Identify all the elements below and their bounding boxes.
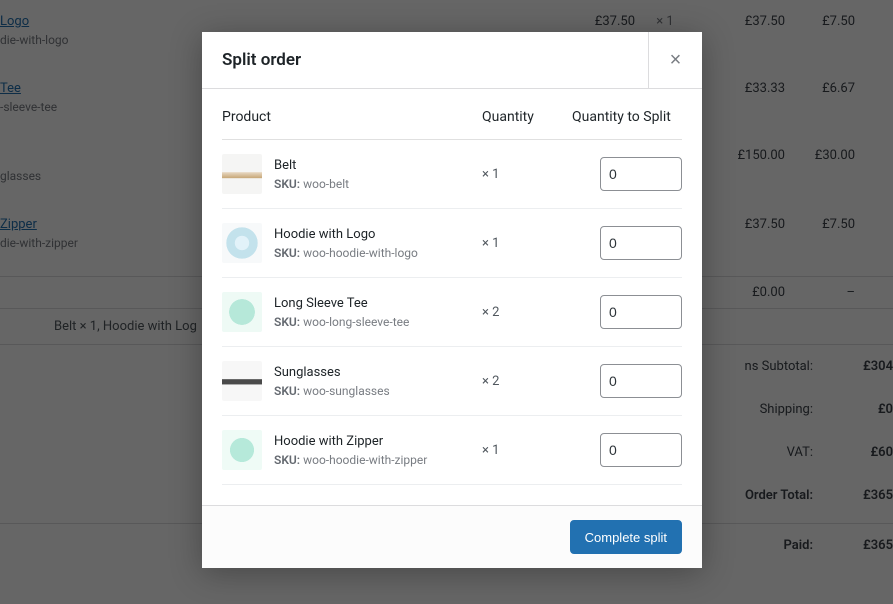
product-thumbnail: [222, 361, 262, 401]
modal-body: Product Quantity Quantity to Split Belt …: [202, 89, 702, 505]
close-button[interactable]: ×: [648, 32, 702, 88]
split-item-row: Sunglasses SKU: woo-sunglasses × 2: [222, 347, 682, 416]
split-quantity-input[interactable]: [600, 226, 682, 260]
sku-label: SKU:: [274, 453, 300, 467]
col-product: Product: [222, 109, 482, 125]
col-quantity: Quantity: [482, 109, 572, 125]
product-thumbnail: [222, 292, 262, 332]
product-thumbnail: [222, 154, 262, 194]
product-sku: SKU: woo-hoodie-with-logo: [274, 246, 482, 260]
product-name: Long Sleeve Tee: [274, 296, 482, 311]
split-quantity-input[interactable]: [600, 157, 682, 191]
product-name: Hoodie with Zipper: [274, 434, 482, 449]
sku-value: woo-sunglasses: [303, 384, 390, 398]
split-item-row: Hoodie with Logo SKU: woo-hoodie-with-lo…: [222, 209, 682, 278]
split-item-row: Belt SKU: woo-belt × 1: [222, 140, 682, 209]
sku-value: woo-hoodie-with-zipper: [303, 453, 427, 467]
sku-value: woo-long-sleeve-tee: [303, 315, 409, 329]
modal-header: Split order ×: [202, 32, 702, 89]
product-name: Hoodie with Logo: [274, 227, 482, 242]
sku-label: SKU:: [274, 177, 300, 191]
sku-value: woo-belt: [303, 177, 349, 191]
modal-footer: Complete split: [202, 505, 702, 568]
split-order-modal: Split order × Product Quantity Quantity …: [202, 32, 702, 568]
product-qty: × 2: [482, 305, 572, 320]
product-qty: × 1: [482, 443, 572, 458]
col-split: Quantity to Split: [572, 109, 682, 125]
split-quantity-input[interactable]: [600, 433, 682, 467]
product-name: Belt: [274, 158, 482, 173]
sku-label: SKU:: [274, 315, 300, 329]
product-sku: SKU: woo-sunglasses: [274, 384, 482, 398]
split-quantity-input[interactable]: [600, 295, 682, 329]
complete-split-button[interactable]: Complete split: [570, 520, 682, 554]
product-name: Sunglasses: [274, 365, 482, 380]
split-item-row: Hoodie with Zipper SKU: woo-hoodie-with-…: [222, 416, 682, 485]
product-thumbnail: [222, 223, 262, 263]
sku-value: woo-hoodie-with-logo: [303, 246, 418, 260]
product-qty: × 1: [482, 236, 572, 251]
product-qty: × 1: [482, 167, 572, 182]
split-quantity-input[interactable]: [600, 364, 682, 398]
product-sku: SKU: woo-belt: [274, 177, 482, 191]
sku-label: SKU:: [274, 246, 300, 260]
split-item-row: Long Sleeve Tee SKU: woo-long-sleeve-tee…: [222, 278, 682, 347]
modal-table-header: Product Quantity Quantity to Split: [222, 99, 682, 140]
close-icon: ×: [670, 49, 682, 72]
product-qty: × 2: [482, 374, 572, 389]
sku-label: SKU:: [274, 384, 300, 398]
product-sku: SKU: woo-long-sleeve-tee: [274, 315, 482, 329]
product-sku: SKU: woo-hoodie-with-zipper: [274, 453, 482, 467]
modal-title: Split order: [202, 32, 648, 88]
product-thumbnail: [222, 430, 262, 470]
